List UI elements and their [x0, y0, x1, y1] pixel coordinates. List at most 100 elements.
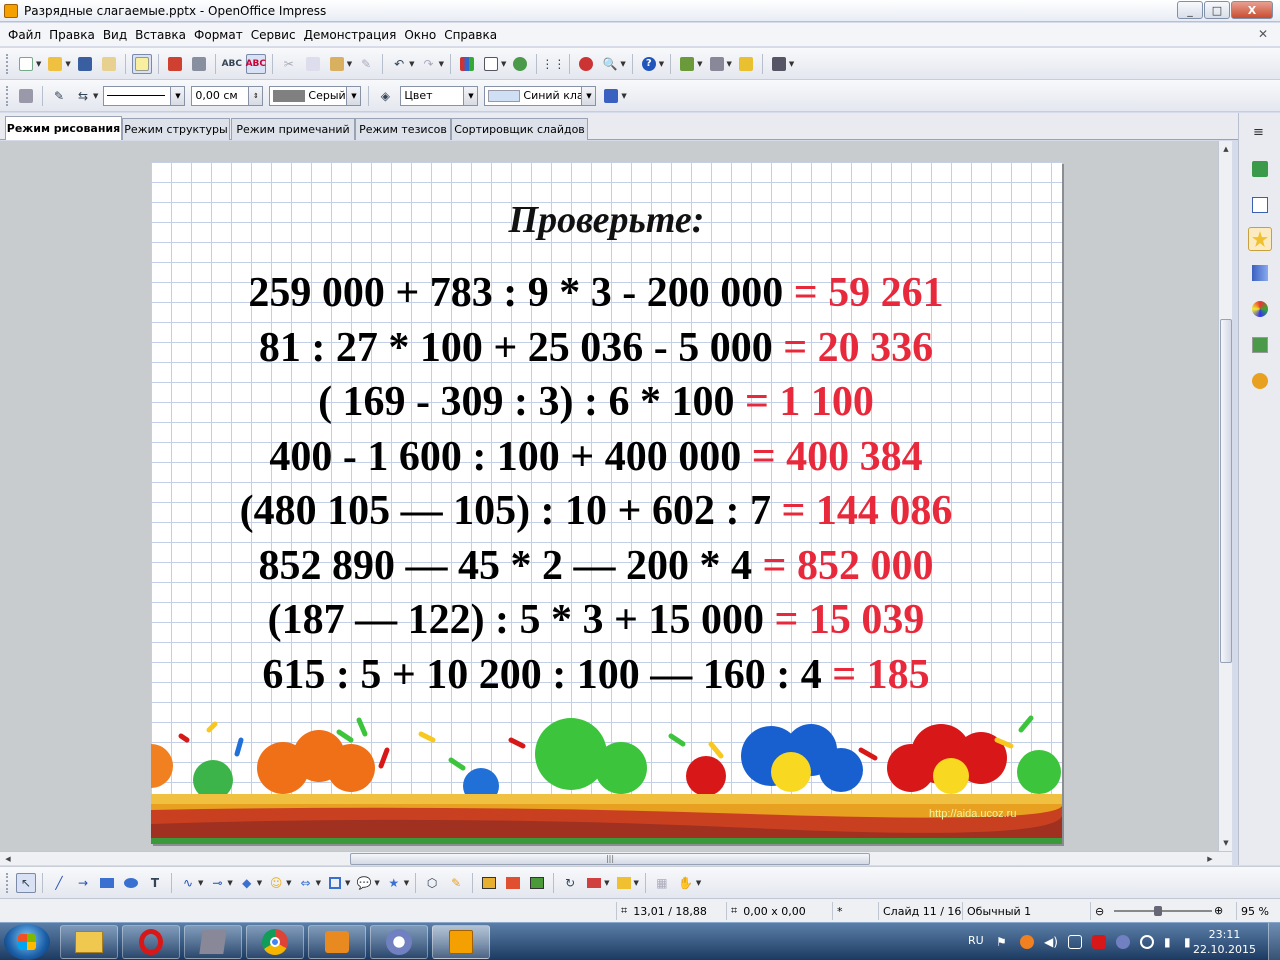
tab-handout[interactable]: Режим тезисов [355, 118, 451, 140]
start-button[interactable] [4, 924, 50, 960]
zoom-out-icon[interactable]: ⊖ [1095, 905, 1104, 918]
scroll-down-icon[interactable]: ▼ [1220, 837, 1232, 849]
display-icon[interactable] [1068, 935, 1082, 949]
zoom-percent[interactable]: 95 % [1236, 902, 1280, 920]
menu-file[interactable]: Файл [4, 28, 45, 42]
slide-title[interactable]: Проверьте: [151, 198, 1062, 242]
styles-icon[interactable] [16, 86, 36, 106]
chevron-down-icon[interactable]: ▼ [463, 86, 478, 105]
image-icon[interactable] [527, 873, 547, 893]
tab-outline[interactable]: Режим структуры [122, 118, 230, 140]
fontwork-icon[interactable] [479, 873, 499, 893]
scroll-up-icon[interactable]: ▲ [1220, 143, 1232, 155]
menu-help[interactable]: Справка [440, 28, 501, 42]
zoom-knob[interactable] [1154, 906, 1162, 916]
network-icon[interactable]: ▮ [1164, 935, 1178, 949]
new-icon[interactable] [16, 54, 36, 74]
autospellcheck-icon[interactable]: ABC [246, 53, 266, 74]
tab-drawing[interactable]: Режим рисования [5, 116, 122, 140]
menu-edit[interactable]: Правка [45, 28, 99, 42]
close-document-icon[interactable]: ✕ [1258, 27, 1272, 41]
torrent-taskbar-button[interactable] [370, 925, 428, 959]
slide-icon[interactable] [677, 54, 697, 74]
ellipse-icon[interactable] [121, 873, 141, 893]
scroll-thumb[interactable] [1220, 319, 1232, 663]
chrome-taskbar-button[interactable] [246, 925, 304, 959]
scroll-right-icon[interactable]: ▶ [1204, 853, 1216, 865]
language-indicator[interactable]: RU [968, 934, 984, 947]
export-pdf-icon[interactable] [165, 54, 185, 74]
area-color-select[interactable]: Синий кла ▼ [484, 85, 597, 106]
menu-insert[interactable]: Вставка [131, 28, 190, 42]
zoom-icon[interactable]: 🔍 [600, 54, 620, 74]
clock[interactable]: 23:11 22.10.2015 [1193, 927, 1256, 957]
layouts-icon[interactable] [1248, 193, 1272, 217]
table-icon[interactable] [481, 54, 501, 74]
tab-slide-sorter[interactable]: Сортировщик слайдов [451, 118, 588, 140]
toolbar-grip[interactable] [6, 53, 10, 74]
zoom-in-icon[interactable]: ⊕ [1214, 904, 1223, 917]
cut-icon[interactable]: ✂ [279, 54, 299, 74]
arrange-icon[interactable] [614, 873, 634, 893]
menu-view[interactable]: Вид [99, 28, 131, 42]
line-color-select[interactable]: Серый ▼ [269, 85, 362, 106]
close-button[interactable]: X [1231, 1, 1273, 19]
flowchart-icon[interactable] [325, 873, 345, 893]
volume-icon[interactable]: ◀) [1044, 935, 1058, 949]
points-icon[interactable]: ⬡ [422, 873, 442, 893]
modified-indicator[interactable]: * [832, 902, 878, 920]
vertical-scrollbar[interactable]: ▲ ▼ [1218, 141, 1232, 851]
slide-workspace[interactable]: Проверьте: 259 000 + 783 : 9 * 3 - 200 0… [0, 141, 1218, 851]
flag-icon[interactable]: ⚑ [996, 935, 1010, 949]
chevron-down-icon[interactable]: ▼ [170, 86, 185, 105]
media-player-taskbar-button[interactable] [308, 925, 366, 959]
tab-notes[interactable]: Режим примечаний [231, 118, 355, 140]
spellcheck-icon[interactable]: ABC [222, 54, 242, 74]
callouts-icon[interactable]: 💬 [354, 873, 374, 893]
show-desktop-button[interactable] [1268, 923, 1280, 960]
scroll-thumb[interactable]: ||| [350, 853, 870, 865]
shadow-icon[interactable] [601, 86, 621, 106]
block-arrows-icon[interactable]: ⇔ [296, 873, 316, 893]
area-style-select[interactable]: Цвет ▼ [400, 85, 479, 106]
align-icon[interactable] [584, 873, 604, 893]
toolbar-grip[interactable] [6, 85, 10, 106]
slide-layout-icon[interactable] [707, 54, 727, 74]
clone-format-icon[interactable]: ✎ [356, 54, 376, 74]
chevron-down-icon[interactable]: ▼ [581, 86, 596, 105]
paste-icon[interactable] [327, 54, 347, 74]
symbol-shapes-icon[interactable]: ☺ [266, 873, 286, 893]
maximize-button[interactable]: □ [1204, 1, 1230, 19]
glue-points-icon[interactable]: ✎ [446, 873, 466, 893]
basic-shapes-icon[interactable]: ◆ [237, 873, 257, 893]
opera-taskbar-button[interactable] [122, 925, 180, 959]
help-icon[interactable]: ? [639, 54, 659, 74]
from-file-icon[interactable] [503, 873, 523, 893]
update-icon[interactable] [1140, 935, 1154, 949]
avast-icon[interactable] [1020, 935, 1034, 949]
toolbar-grip[interactable] [6, 872, 10, 893]
navigator-panel-icon[interactable] [1248, 369, 1272, 393]
styles-panel-icon[interactable] [1248, 297, 1272, 321]
email-icon[interactable] [99, 54, 119, 74]
arrow-tool-icon[interactable]: → [73, 873, 93, 893]
curve-icon[interactable]: ∿ [178, 873, 198, 893]
effects-icon[interactable]: ↻ [560, 873, 580, 893]
impress-taskbar-button[interactable] [432, 925, 490, 959]
minimize-button[interactable]: _ [1177, 1, 1203, 19]
spin-icon[interactable]: ⇕ [248, 86, 263, 105]
line-icon[interactable]: ✎ [49, 86, 69, 106]
save-icon[interactable] [75, 54, 95, 74]
line-width-field[interactable]: 0,00 см ⇕ [191, 85, 264, 106]
slide-canvas[interactable]: Проверьте: 259 000 + 783 : 9 * 3 - 200 0… [151, 162, 1062, 844]
copy-icon[interactable] [303, 54, 323, 74]
torrent-tray-icon[interactable] [1116, 935, 1130, 949]
arrow-style-icon[interactable]: ⇆ [73, 86, 93, 106]
grid-icon[interactable]: ⋮⋮ [541, 54, 565, 74]
chart-icon[interactable] [457, 54, 477, 74]
menu-format[interactable]: Формат [190, 28, 247, 42]
equation-list[interactable]: 259 000 + 783 : 9 * 3 - 200 000 = 59 261… [151, 266, 1041, 702]
master-pages-icon[interactable] [1248, 157, 1272, 181]
rectangle-icon[interactable] [97, 873, 117, 893]
connector-icon[interactable]: ⊸ [207, 873, 227, 893]
